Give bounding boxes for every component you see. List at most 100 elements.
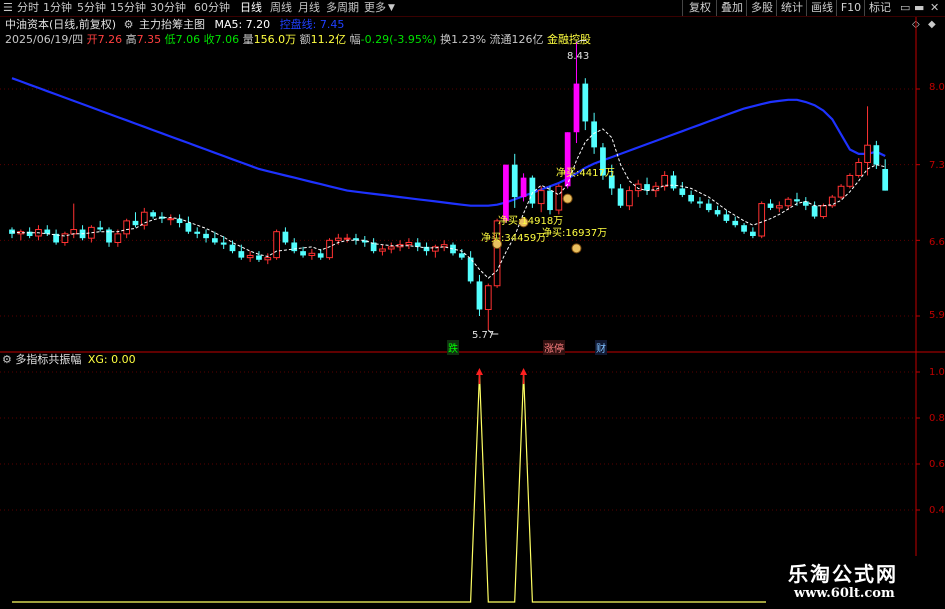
candle	[431, 244, 439, 258]
candle-body	[837, 185, 845, 198]
axis-label-main-1: 7.3	[929, 160, 945, 171]
xg-signal-arrow-icon	[475, 368, 483, 375]
candle	[855, 158, 863, 178]
money-bag-icon	[571, 243, 582, 254]
candle-body	[70, 229, 78, 235]
candle	[405, 238, 413, 249]
candle	[273, 229, 280, 260]
candle	[17, 229, 25, 241]
candle	[767, 199, 774, 211]
candle-body	[334, 237, 342, 241]
candle-body	[97, 227, 104, 230]
candle	[670, 171, 677, 191]
sub-settings-gear-icon[interactable]: ⚙	[2, 353, 12, 366]
candle	[440, 240, 448, 252]
candle	[537, 186, 545, 213]
candlestick-series	[9, 42, 889, 331]
candle	[750, 227, 756, 239]
candle	[741, 223, 747, 234]
candle	[308, 248, 316, 260]
candle	[9, 227, 15, 239]
candle-body	[326, 239, 333, 259]
candle-body	[511, 164, 518, 198]
watermark-logo: 乐淘公式网	[788, 562, 898, 586]
chart-annotations	[487, 40, 587, 335]
candle	[88, 225, 95, 243]
candle	[238, 244, 245, 260]
candle	[256, 251, 262, 262]
candle	[723, 210, 730, 224]
candle	[529, 175, 536, 208]
limit-up-marker[interactable]: 涨停	[543, 340, 565, 355]
candle-body	[264, 257, 272, 261]
candle-body	[114, 233, 122, 243]
watermark-url: www.60lt.com	[794, 586, 895, 601]
candle-body	[573, 83, 580, 133]
candle	[846, 173, 854, 189]
candle-body	[688, 194, 695, 202]
candle	[784, 197, 792, 211]
candle-body	[476, 281, 483, 310]
candle-body	[811, 205, 818, 217]
candle	[644, 177, 650, 195]
axis-label-sub-2: 0.60	[929, 459, 945, 470]
candle-body	[864, 144, 871, 164]
candle-body	[132, 220, 139, 226]
candle	[484, 283, 492, 331]
candle-body	[300, 251, 306, 256]
candle	[123, 218, 131, 239]
candle-body	[282, 231, 289, 243]
candle	[688, 190, 695, 204]
axis-label-sub-3: 0.40	[929, 505, 945, 516]
candle-body	[697, 201, 703, 204]
candle-body	[256, 255, 262, 260]
candle-body	[794, 199, 800, 202]
candle	[370, 238, 377, 254]
candle-body	[555, 185, 563, 211]
candle-body	[387, 246, 395, 250]
candle	[353, 233, 359, 245]
candle-body	[846, 174, 854, 187]
candle-body	[775, 205, 783, 209]
candle-body	[203, 233, 209, 239]
chart-grid	[0, 17, 945, 609]
candle-body	[194, 231, 201, 234]
candle	[758, 201, 766, 239]
candle	[555, 184, 563, 215]
sub-panel-title[interactable]: 多指标共振幅	[15, 353, 81, 366]
candle-body	[732, 220, 739, 226]
candle-body	[855, 162, 863, 176]
candle-body	[626, 190, 633, 207]
candle-body	[150, 212, 156, 217]
candle	[697, 197, 703, 208]
candle-body	[405, 241, 413, 246]
candle-body	[317, 253, 324, 258]
net-buy-label-1: 净买:4417万	[556, 168, 615, 179]
candle-body	[185, 223, 192, 232]
candle	[97, 220, 104, 232]
candle-body	[758, 203, 766, 237]
candle-body	[873, 145, 880, 165]
candle-body	[882, 168, 889, 191]
candle	[802, 197, 809, 211]
sub-panel-header: ⚙ 多指标共振幅 XG: 0.00	[2, 353, 136, 367]
candle	[882, 159, 889, 191]
candle-body	[440, 244, 448, 248]
candle	[132, 212, 139, 228]
drop-marker[interactable]: 跌	[447, 340, 459, 355]
axis-label-main-0: 8.0	[929, 82, 945, 93]
candle	[140, 207, 148, 230]
candle-body	[343, 237, 351, 240]
xg-path	[12, 373, 886, 603]
candle-body	[741, 225, 747, 232]
candle	[811, 201, 818, 219]
candle-body	[802, 201, 809, 206]
candle	[679, 181, 686, 198]
xg-series	[12, 368, 886, 603]
candle-body	[123, 220, 131, 235]
candle-body	[291, 242, 298, 252]
candle	[70, 203, 78, 239]
candle	[837, 184, 845, 200]
candle	[775, 201, 783, 213]
finance-marker[interactable]: 财	[595, 340, 607, 355]
